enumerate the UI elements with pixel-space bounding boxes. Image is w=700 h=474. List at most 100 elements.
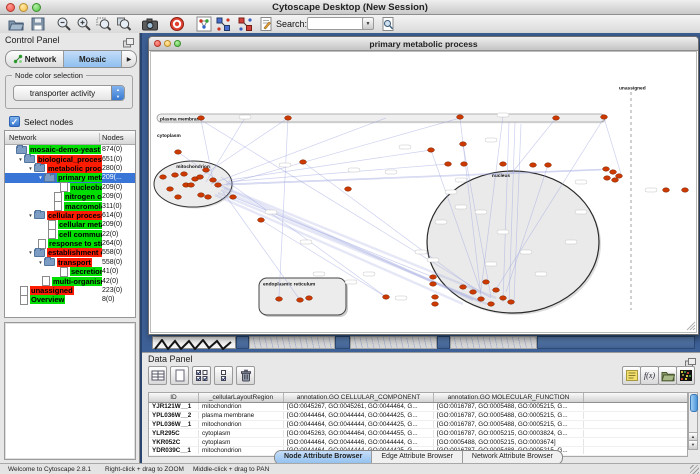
graph-node[interactable] bbox=[230, 195, 237, 199]
expand-arrow-icon[interactable]: ▼ bbox=[27, 213, 34, 218]
table-row[interactable]: YKR052Ccytoplasm[GO:0044464, GO:0044446,… bbox=[149, 438, 687, 447]
save-icon[interactable] bbox=[30, 16, 46, 32]
float-panel-icon[interactable] bbox=[123, 35, 134, 45]
graph-node[interactable] bbox=[428, 148, 435, 152]
background-window-fragment[interactable] bbox=[450, 336, 537, 349]
graph-node[interactable] bbox=[461, 162, 468, 166]
vizmapper-icon[interactable] bbox=[196, 16, 212, 32]
graph-node[interactable] bbox=[682, 188, 689, 192]
graph-node[interactable] bbox=[306, 296, 313, 300]
graph-node[interactable] bbox=[470, 290, 477, 294]
table-row[interactable]: YLR295Ccytoplasm[GO:0045263, GO:0044464,… bbox=[149, 429, 687, 438]
plasma-membrane-region[interactable] bbox=[157, 114, 605, 122]
expand-arrow-icon[interactable]: ▼ bbox=[27, 250, 34, 255]
tree-row[interactable]: multi-organism pro42(0) bbox=[5, 276, 135, 285]
graph-node[interactable] bbox=[167, 187, 174, 191]
zoom-in-icon[interactable] bbox=[76, 16, 92, 32]
formula-fx-icon[interactable]: f(x) bbox=[640, 366, 659, 385]
tree-row[interactable]: Overview8(0) bbox=[5, 295, 135, 304]
graph-node[interactable] bbox=[203, 168, 210, 172]
tree-row[interactable]: unassigned223(0) bbox=[5, 286, 135, 295]
tree-row[interactable]: ▼biological_process651(0) bbox=[5, 154, 135, 163]
delete-attribute-trash-icon[interactable] bbox=[236, 366, 255, 385]
graph-node[interactable] bbox=[210, 178, 217, 182]
new-attribute-icon[interactable] bbox=[170, 366, 189, 385]
graph-edge[interactable] bbox=[279, 118, 288, 297]
table-row[interactable]: YPL036W__1mitochondrion[GO:0044464, GO:0… bbox=[149, 421, 687, 430]
scroll-down-icon[interactable]: ▼ bbox=[689, 440, 697, 449]
table-row[interactable]: YPL036W__2plasma membrane[GO:0044464, GO… bbox=[149, 412, 687, 421]
node-link-red-icon[interactable] bbox=[237, 16, 253, 32]
app-titlebar[interactable]: Cytoscape Desktop (New Session) bbox=[0, 0, 700, 15]
tree-row[interactable]: nucleobase-209(0) bbox=[5, 183, 135, 192]
graph-node[interactable] bbox=[460, 285, 467, 289]
col-go-cellular-component[interactable]: annotation.GO CELLULAR_COMPONENT bbox=[284, 393, 434, 402]
graph-node[interactable] bbox=[663, 188, 670, 192]
node-link-blue-icon[interactable] bbox=[215, 16, 231, 32]
graph-node[interactable] bbox=[545, 163, 552, 167]
network-canvas[interactable]: plasma membrane cytoplasm mitochondrion … bbox=[151, 52, 696, 332]
graph-node[interactable] bbox=[258, 218, 265, 222]
graph-node[interactable] bbox=[197, 175, 204, 179]
network-window-titlebar[interactable]: primary metabolic process bbox=[149, 37, 698, 51]
graph-node[interactable] bbox=[430, 275, 437, 279]
graph-node[interactable] bbox=[432, 295, 439, 299]
graph-node[interactable] bbox=[205, 195, 212, 199]
expand-arrow-icon[interactable]: ▼ bbox=[27, 166, 34, 171]
unselect-attributes-icon[interactable] bbox=[214, 366, 233, 385]
network-view-window[interactable]: primary metabolic process bbox=[148, 36, 699, 335]
graph-node[interactable] bbox=[383, 295, 390, 299]
graph-node[interactable] bbox=[188, 183, 195, 187]
tab-network[interactable]: Network bbox=[6, 51, 64, 67]
graph-node[interactable] bbox=[500, 296, 507, 300]
annotation-icon[interactable] bbox=[258, 16, 274, 32]
tree-row[interactable]: ▼metabolic process280(0) bbox=[5, 164, 135, 173]
tree-row[interactable]: ▼transport558(0) bbox=[5, 258, 135, 267]
graph-node[interactable] bbox=[457, 115, 464, 119]
graph-node[interactable] bbox=[604, 176, 611, 180]
canvas-resize-grip[interactable] bbox=[687, 322, 695, 330]
graph-node[interactable] bbox=[160, 175, 167, 179]
tree-row[interactable]: mosaic-demo-yeast874(0) bbox=[5, 145, 135, 154]
graph-node[interactable] bbox=[445, 162, 452, 166]
tree-row[interactable]: macromolecule311(0) bbox=[5, 201, 135, 210]
select-nodes-checkbox[interactable]: ✓ bbox=[9, 116, 20, 127]
resize-grip[interactable] bbox=[690, 465, 699, 474]
background-window-fragment[interactable] bbox=[437, 336, 450, 349]
col-cellular-layout-region[interactable]: _cellularLayoutRegion bbox=[199, 393, 284, 402]
graph-node[interactable] bbox=[430, 282, 437, 286]
graph-node[interactable] bbox=[553, 116, 560, 120]
graph-node[interactable] bbox=[345, 187, 352, 191]
tree-row[interactable]: cell communicat22(0) bbox=[5, 230, 135, 239]
notes-icon[interactable] bbox=[622, 366, 641, 385]
search-doc-icon[interactable] bbox=[380, 16, 396, 32]
graph-node[interactable] bbox=[612, 178, 619, 182]
tree-row[interactable]: ▼primary metabo209(... bbox=[5, 173, 135, 182]
graph-node[interactable] bbox=[483, 280, 490, 284]
birds-eye-view[interactable] bbox=[4, 322, 136, 460]
graph-node[interactable] bbox=[172, 173, 179, 177]
graph-node[interactable] bbox=[285, 116, 292, 120]
graph-node[interactable] bbox=[610, 170, 617, 174]
zoom-out-icon[interactable] bbox=[56, 16, 72, 32]
graph-node[interactable] bbox=[300, 160, 307, 164]
heatmap-matrix-icon[interactable] bbox=[676, 366, 695, 385]
col-id[interactable]: ID bbox=[149, 393, 199, 402]
background-window-fragment[interactable] bbox=[537, 336, 695, 349]
float-panel-icon[interactable] bbox=[685, 355, 696, 365]
col-go-molecular-function[interactable]: annotation.GO MOLECULAR_FUNCTION bbox=[434, 393, 584, 402]
tree-row[interactable]: ▼cellular process614(0) bbox=[5, 211, 135, 220]
tree-row[interactable]: response to stimulu264(0) bbox=[5, 239, 135, 248]
graph-node[interactable] bbox=[616, 174, 623, 178]
graph-edge[interactable] bbox=[604, 118, 621, 174]
graph-node[interactable] bbox=[198, 116, 205, 120]
graph-node[interactable] bbox=[530, 163, 537, 167]
graph-node[interactable] bbox=[488, 302, 495, 306]
zoom-fit-icon[interactable] bbox=[116, 16, 132, 32]
graph-node[interactable] bbox=[297, 298, 304, 302]
background-window-fragment[interactable] bbox=[236, 336, 249, 349]
tab-overflow-arrow-icon[interactable]: ▶ bbox=[122, 51, 136, 67]
network-canvas-frame[interactable]: plasma membrane cytoplasm mitochondrion … bbox=[150, 51, 697, 333]
graph-node[interactable] bbox=[460, 142, 467, 146]
tree-row[interactable]: secretion41(0) bbox=[5, 267, 135, 276]
